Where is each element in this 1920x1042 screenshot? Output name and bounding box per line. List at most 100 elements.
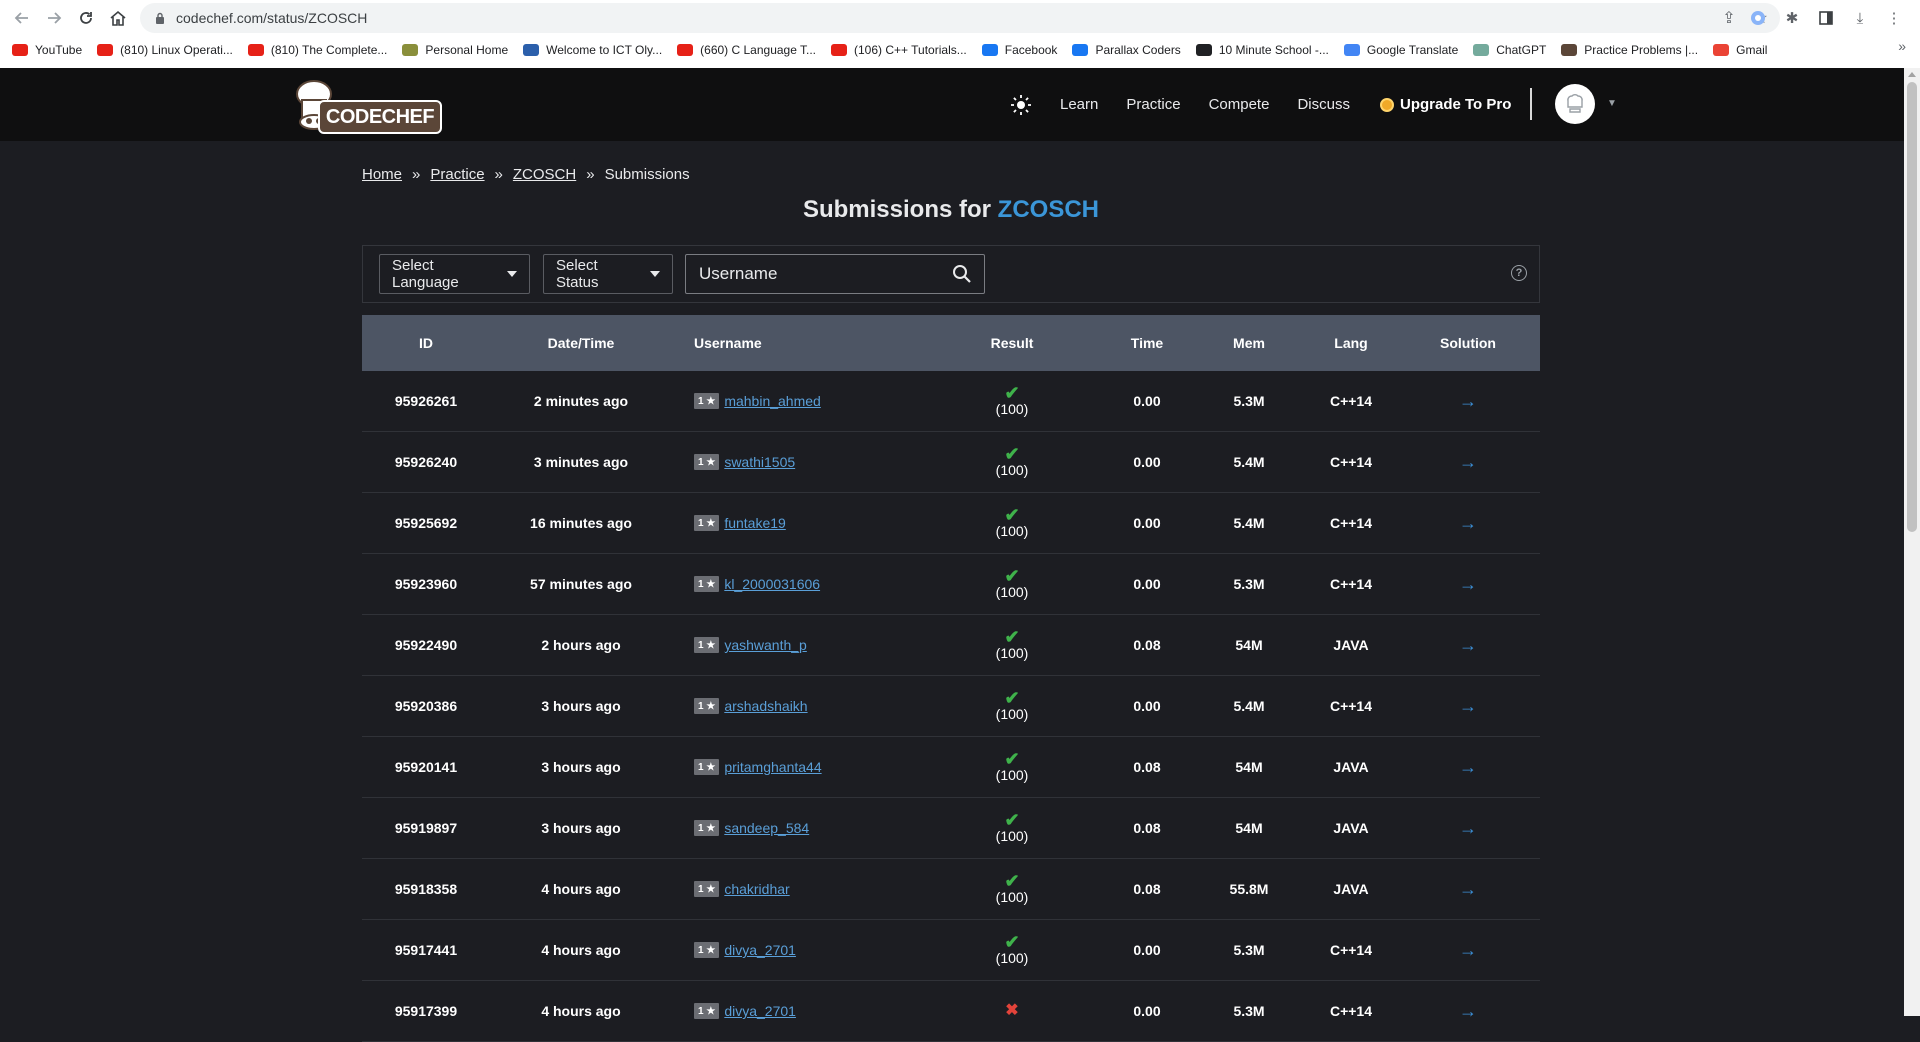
submission-id: 95925692 xyxy=(394,515,458,531)
username-link[interactable]: sandeep_584 xyxy=(724,820,809,836)
bookmark-item[interactable]: Welcome to ICT Oly... xyxy=(523,43,662,57)
submission-datetime: 57 minutes ago xyxy=(530,576,632,592)
submission-id: 95926261 xyxy=(394,393,458,409)
username-link[interactable]: mahbin_ahmed xyxy=(724,393,821,409)
avatar[interactable] xyxy=(1555,84,1595,124)
arrow-right-icon[interactable]: → xyxy=(1459,635,1477,655)
bookmark-item[interactable]: (106) C++ Tutorials... xyxy=(831,43,967,57)
username-link[interactable]: kl_2000031606 xyxy=(724,576,820,592)
back-button[interactable] xyxy=(6,2,38,34)
submission-language: C++14 xyxy=(1329,698,1373,714)
arrow-right-icon[interactable]: → xyxy=(1459,574,1477,594)
side-panel-icon[interactable] xyxy=(1816,8,1836,28)
arrow-right-icon[interactable]: → xyxy=(1459,452,1477,472)
view-solution-cell: → xyxy=(1406,635,1530,656)
bookmark-item[interactable]: Practice Problems |... xyxy=(1561,43,1698,57)
status-select[interactable]: Select Status xyxy=(543,254,673,294)
bookmark-item[interactable]: YouTube xyxy=(12,43,82,57)
arrow-right-icon[interactable]: → xyxy=(1459,391,1477,411)
ten-minute-school-icon xyxy=(1195,44,1212,56)
username-link[interactable]: divya_2701 xyxy=(724,942,796,958)
bookmark-item[interactable]: (810) The Complete... xyxy=(247,43,387,57)
arrow-right-icon[interactable]: → xyxy=(1459,757,1477,777)
search-icon[interactable] xyxy=(952,264,972,284)
title-problem-code[interactable]: ZCOSCH xyxy=(998,196,1099,223)
chevron-down-icon[interactable]: ▼ xyxy=(1607,98,1617,109)
result-score: (100) xyxy=(995,584,1029,600)
theme-toggle-sun-icon[interactable] xyxy=(1010,94,1032,116)
result-cell: ✖ xyxy=(932,1003,1092,1019)
arrow-right-icon[interactable]: → xyxy=(1459,513,1477,533)
forward-arrow-icon xyxy=(48,12,62,24)
bookmark-item[interactable]: 10 Minute School -... xyxy=(1195,43,1329,57)
bookmark-item[interactable]: (810) Linux Operati... xyxy=(97,43,233,57)
username-link[interactable]: chakridhar xyxy=(724,881,789,897)
share-icon[interactable]: ⇪ xyxy=(1722,8,1735,28)
bookmark-item[interactable]: Gmail xyxy=(1713,43,1767,57)
breadcrumb-home[interactable]: Home xyxy=(362,166,402,183)
bookmark-item[interactable]: ChatGPT xyxy=(1473,43,1546,57)
username-link[interactable]: yashwanth_p xyxy=(724,637,807,653)
scroll-up-icon[interactable] xyxy=(1908,72,1916,77)
bookmark-item[interactable]: Personal Home xyxy=(402,43,508,57)
language-select[interactable]: Select Language xyxy=(379,254,530,294)
codechef-logo[interactable]: CODECHEF xyxy=(288,78,442,134)
filter-bar: Select Language Select Status Username ? xyxy=(362,245,1540,303)
reload-button[interactable] xyxy=(70,2,102,34)
username-placeholder: Username xyxy=(699,264,778,283)
header-lang: Lang xyxy=(1334,335,1368,351)
header-solution: Solution xyxy=(1440,335,1496,351)
bookmark-item[interactable]: (660) C Language T... xyxy=(677,43,816,57)
arrow-right-icon[interactable]: → xyxy=(1459,879,1477,899)
username-link[interactable]: pritamghanta44 xyxy=(724,759,821,775)
submission-language: JAVA xyxy=(1333,820,1369,836)
submission-memory: 5.4M xyxy=(1233,515,1265,531)
bookmarks-overflow-button[interactable]: » xyxy=(1898,38,1906,54)
submission-datetime: 2 minutes ago xyxy=(533,393,629,409)
bookmark-item[interactable]: Google Translate xyxy=(1343,43,1458,57)
view-solution-cell: → xyxy=(1406,452,1530,473)
username-cell: 1 ★ yashwanth_p xyxy=(672,637,932,653)
submission-language: C++14 xyxy=(1329,942,1373,958)
bookmark-item[interactable]: Parallax Coders xyxy=(1072,43,1181,57)
address-bar[interactable]: codechef.com/status/ZCOSCH ⇪ ☆ xyxy=(140,3,1780,33)
username-link[interactable]: funtake19 xyxy=(724,515,786,531)
arrow-right-icon[interactable]: → xyxy=(1459,818,1477,838)
breadcrumb-problem[interactable]: ZCOSCH xyxy=(513,166,576,183)
title-prefix: Submissions for xyxy=(802,196,991,223)
upgrade-to-pro-button[interactable]: Upgrade To Pro xyxy=(1380,68,1511,141)
bookmark-item[interactable]: Facebook xyxy=(981,43,1057,57)
check-icon: ✔ xyxy=(1004,627,1020,647)
extension-lens-icon[interactable] xyxy=(1748,8,1768,28)
submission-id: 95917399 xyxy=(394,1003,458,1019)
breadcrumb-practice[interactable]: Practice xyxy=(430,166,484,183)
result-score: (100) xyxy=(995,462,1029,478)
username-link[interactable]: divya_2701 xyxy=(724,1003,796,1019)
nav-learn[interactable]: Learn xyxy=(1060,96,1098,113)
download-icon[interactable]: ⤓ xyxy=(1850,8,1870,28)
username-input[interactable]: Username xyxy=(685,254,985,294)
username-link[interactable]: swathi1505 xyxy=(724,454,795,470)
forward-button[interactable] xyxy=(38,2,70,34)
nav-discuss[interactable]: Discuss xyxy=(1297,96,1350,113)
result-score: (100) xyxy=(995,523,1029,539)
submission-memory: 54M xyxy=(1235,637,1263,653)
username-link[interactable]: arshadshaikh xyxy=(724,698,807,714)
kebab-menu-icon[interactable]: ⋮ xyxy=(1884,8,1904,28)
result-score: (100) xyxy=(995,950,1029,966)
puzzle-icon[interactable]: ✱ xyxy=(1782,8,1802,28)
arrow-right-icon[interactable]: → xyxy=(1459,940,1477,960)
home-button[interactable] xyxy=(102,2,134,34)
submission-language: JAVA xyxy=(1333,881,1369,897)
nav-compete[interactable]: Compete xyxy=(1209,96,1270,113)
facebook-icon xyxy=(1072,44,1089,56)
submission-time: 0.00 xyxy=(1133,576,1161,592)
scrollbar-thumb[interactable] xyxy=(1907,82,1917,532)
star-rating-badge: 1 ★ xyxy=(694,1003,720,1019)
page-scrollbar[interactable] xyxy=(1904,68,1920,1016)
nav-practice[interactable]: Practice xyxy=(1126,96,1180,113)
arrow-right-icon[interactable]: → xyxy=(1459,696,1477,716)
help-icon[interactable]: ? xyxy=(1511,265,1527,281)
arrow-right-icon[interactable]: → xyxy=(1459,1001,1477,1021)
check-icon: ✔ xyxy=(1004,749,1020,769)
